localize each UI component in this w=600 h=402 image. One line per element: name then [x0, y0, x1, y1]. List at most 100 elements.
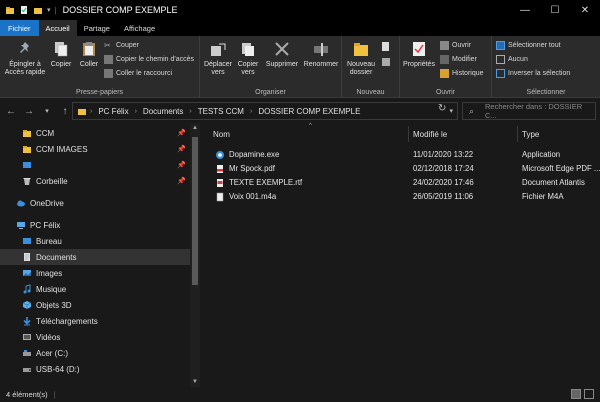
sidebar-item-label: Documents	[36, 252, 77, 262]
address-bar[interactable]: › PC Félix › Documents › TESTS CCM › DOS…	[72, 102, 458, 120]
back-button[interactable]: ←	[4, 106, 18, 117]
refresh-button[interactable]: ↻	[438, 103, 446, 114]
sidebar-item-drive-c[interactable]: Acer (C:)	[0, 345, 190, 361]
new-folder-icon[interactable]	[33, 5, 43, 15]
recent-locations-button[interactable]: ▾	[40, 107, 54, 115]
paste-button[interactable]: Coller	[76, 40, 102, 69]
customize-toolbar-icon[interactable]: ▾	[47, 6, 51, 14]
file-name: Voix 001.m4a	[229, 192, 277, 201]
edit-button[interactable]: Modifier	[440, 55, 477, 64]
sidebar-item-unnamed[interactable]: 📌	[0, 157, 190, 173]
move-to-label-2: vers	[211, 69, 225, 76]
column-header-label: Modifié le	[413, 129, 448, 139]
easy-access-icon[interactable]	[380, 56, 392, 68]
rtf-document-icon	[217, 179, 223, 187]
window-controls: — ☐ ✕	[510, 0, 600, 20]
desktop-icon	[23, 162, 31, 168]
close-button[interactable]: ✕	[570, 0, 600, 20]
tab-home[interactable]: Accueil	[38, 20, 77, 36]
details-view-button[interactable]	[571, 389, 581, 399]
cut-label: Couper	[116, 42, 139, 49]
invert-selection-label: Inverser la sélection	[508, 70, 571, 77]
properties-icon[interactable]	[19, 5, 29, 15]
paste-shortcut-label: Coller le raccourci	[116, 70, 173, 77]
table-row[interactable]: TEXTE EXEMPLE.rtf 24/02/2020 17:46 Docum…	[213, 176, 600, 190]
scroll-down-icon[interactable]: ▼	[190, 379, 200, 385]
sidebar-item-label: USB-64 (D:)	[36, 364, 80, 374]
sidebar-item-documents[interactable]: Documents	[0, 249, 190, 265]
select-all-button[interactable]: Sélectionner tout	[496, 41, 561, 50]
file-name: Dopamine.exe	[229, 150, 280, 159]
paste-shortcut-icon	[104, 69, 113, 78]
maximize-button[interactable]: ☐	[540, 0, 570, 20]
tab-file[interactable]: Fichier	[0, 20, 39, 36]
forward-button[interactable]: →	[22, 106, 36, 117]
navigation-row: ← → ▾ ↑ › PC Félix › Documents › TESTS C…	[0, 99, 600, 123]
breadcrumb-documents[interactable]: Documents	[143, 107, 183, 116]
table-row[interactable]: Mr Spock.pdf 02/12/2018 17:24 Microsoft …	[213, 162, 600, 176]
breadcrumb-current-folder[interactable]: DOSSIER COMP EXEMPLE	[258, 107, 360, 116]
sidebar-item-desktop[interactable]: Bureau	[0, 233, 190, 249]
address-dropdown-icon[interactable]: ▾	[449, 107, 453, 115]
copy-path-button[interactable]: Copier le chemin d'accès	[104, 55, 194, 64]
history-button[interactable]: Historique	[440, 69, 484, 78]
new-item-icon[interactable]	[380, 41, 392, 53]
cut-button[interactable]: ✂ Couper	[104, 41, 139, 50]
paste-shortcut-button[interactable]: Coller le raccourci	[104, 69, 172, 78]
sidebar-item-usb-drive[interactable]: USB-64 (D:)	[0, 361, 190, 377]
ribbon: Épingler à Accès rapide Copier Coller ✂ …	[0, 36, 600, 98]
copy-to-button[interactable]: Copier vers	[234, 40, 262, 77]
file-name: Mr Spock.pdf	[229, 164, 275, 173]
scrollbar-thumb[interactable]	[192, 137, 198, 285]
up-button[interactable]: ↑	[58, 106, 72, 117]
search-box[interactable]: ⌕ Rechercher dans : DOSSIER C...	[462, 102, 596, 120]
rename-button[interactable]: Renommer	[302, 40, 340, 69]
breadcrumb-separator: ›	[90, 107, 93, 115]
scroll-up-icon[interactable]: ▲	[190, 125, 200, 131]
sidebar-item-label: Musique	[36, 284, 67, 294]
file-type: Application	[522, 150, 561, 159]
sidebar-item-onedrive[interactable]: OneDrive	[0, 195, 190, 211]
sidebar-item-music[interactable]: Musique	[0, 281, 190, 297]
delete-button[interactable]: Supprimer	[264, 40, 300, 69]
table-row[interactable]: Dopamine.exe 11/01/2020 13:22 Applicatio…	[213, 148, 600, 162]
delete-icon	[275, 42, 289, 56]
sidebar-item-recycle-bin[interactable]: Corbeille 📌	[0, 173, 190, 189]
breadcrumb-pc[interactable]: PC Félix	[98, 107, 128, 116]
scissors-icon: ✂	[104, 41, 111, 50]
sidebar-scrollbar[interactable]: ▲ ▼	[190, 123, 200, 387]
new-group-label: Nouveau	[356, 89, 385, 96]
tab-share[interactable]: Partage	[77, 20, 117, 36]
pin-icon: 📌	[177, 178, 186, 185]
sidebar-item-this-pc[interactable]: PC Félix	[0, 217, 190, 233]
breadcrumb-separator: ›	[189, 107, 192, 115]
table-row[interactable]: Voix 001.m4a 26/05/2019 11:06 Fichier M4…	[213, 190, 600, 204]
column-header-modified[interactable]: Modifié le	[413, 126, 518, 142]
new-folder-button[interactable]: Nouveau dossier	[344, 40, 378, 77]
pin-quick-access-button[interactable]: Épingler à Accès rapide	[4, 40, 46, 77]
file-type: Document Atlantis	[522, 178, 585, 187]
breadcrumb-tests-ccm[interactable]: TESTS CCM	[198, 107, 244, 116]
large-icons-view-button[interactable]	[584, 389, 594, 399]
sidebar-item-ccm[interactable]: CCM 📌	[0, 125, 190, 141]
tab-view[interactable]: Affichage	[117, 20, 162, 36]
sidebar-item-pictures[interactable]: Images	[0, 265, 190, 281]
status-bar: 4 élément(s) |	[0, 387, 600, 402]
properties-button[interactable]: Propriétés	[402, 40, 436, 69]
minimize-button[interactable]: —	[510, 0, 540, 20]
sidebar-item-label: CCM	[36, 128, 55, 138]
properties-icon	[413, 42, 425, 56]
sidebar-item-videos[interactable]: Vidéos	[0, 329, 190, 345]
sidebar-item-downloads[interactable]: Téléchargements	[0, 313, 190, 329]
invert-selection-button[interactable]: Inverser la sélection	[496, 69, 570, 78]
copy-button[interactable]: Copier	[48, 40, 74, 69]
open-button[interactable]: Ouvrir	[440, 41, 471, 50]
select-none-button[interactable]: Aucun	[496, 55, 528, 64]
sidebar-item-label: OneDrive	[30, 198, 64, 208]
move-to-button[interactable]: Déplacer vers	[202, 40, 234, 77]
sidebar-item-ccm-images[interactable]: CCM IMAGES 📌	[0, 141, 190, 157]
pin-label-1: Épingler à	[9, 61, 41, 68]
column-header-name[interactable]: Nom	[213, 126, 409, 142]
sidebar-item-3d-objects[interactable]: Objets 3D	[0, 297, 190, 313]
column-header-type[interactable]: Type	[522, 126, 600, 142]
